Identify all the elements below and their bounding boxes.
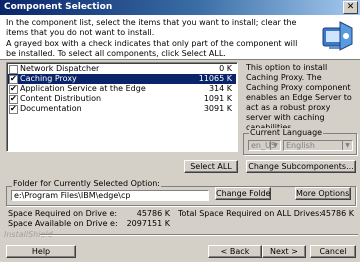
change-folder-button[interactable]: Change Folder... [215,187,271,200]
more-options-button[interactable]: More Options... [295,187,351,200]
checkmark-icon: ✔ [10,94,17,103]
component-name: Documentation [20,104,82,113]
component-row[interactable]: ✔ Application Service at the Edge 314 K [8,84,236,94]
next-button[interactable]: Next > [262,245,306,258]
component-description: This option to install Caching Proxy. Th… [246,63,352,132]
intro-text: In the component list, select the items … [6,18,297,37]
checkmark-icon: ✔ [10,74,17,83]
footer-divider [40,234,358,235]
language-code-select[interactable]: en_US ▼ [248,140,281,151]
install-computer-icon [322,21,353,51]
space-available-label: Space Available on Drive e: [8,219,118,228]
space-required-label: Space Required on Drive e: [8,209,118,218]
component-row[interactable]: Network Dispatcher 0 K [8,64,236,74]
back-button[interactable]: < Back [208,245,262,258]
component-checkbox[interactable]: ✔ [9,94,18,104]
component-checkbox[interactable]: ✔ [9,84,18,94]
checkmark-icon: ✔ [10,104,17,113]
help-button[interactable]: Help [6,245,76,258]
component-name: Application Service at the Edge [20,84,146,93]
component-checkbox[interactable]: ✔ [9,74,18,84]
total-space-value: 45786 K [320,209,354,218]
component-row[interactable]: ✔ Content Distribution 1091 K [8,94,236,104]
component-size: 1091 K [203,94,232,103]
component-checkbox[interactable]: ✔ [9,104,18,114]
component-name: Caching Proxy [20,74,77,83]
component-checkbox[interactable] [9,65,18,74]
language-name-select[interactable]: English ▼ [283,140,353,151]
space-available-value: 2097151 K [126,219,170,228]
header-panel: In the component list, select the items … [0,15,360,60]
component-size: 11065 K [198,74,232,83]
component-size: 3091 K [203,104,232,113]
component-list[interactable]: Network Dispatcher 0 K ✔ Caching Proxy 1… [6,62,238,152]
window-title: Component Selection [4,2,113,12]
intro-text-grayed: A grayed box with a check indicates that… [6,39,298,58]
space-required-value: 45786 K [136,209,170,218]
change-subcomponents-button[interactable]: Change Subcomponents... [246,160,356,173]
cancel-button[interactable]: Cancel [310,245,356,258]
language-name-value: English [286,141,315,150]
folder-label: Folder for Currently Selected Option: [12,179,161,188]
language-label: Current Language [249,128,324,137]
close-button[interactable]: ✕ [343,1,358,14]
component-name: Content Distribution [20,94,102,103]
component-row[interactable]: ✔ Documentation 3091 K [8,104,236,114]
close-icon: ✕ [346,2,355,12]
component-name: Network Dispatcher [20,64,100,73]
select-all-button[interactable]: Select ALL [184,160,238,173]
component-size: 314 K [208,84,232,93]
folder-path-field: e:\Program Files\IBM\edge\cp [11,190,209,201]
component-row[interactable]: ✔ Caching Proxy 11065 K [8,74,236,84]
chevron-down-icon: ▼ [270,141,280,150]
component-size: 0 K [219,64,232,73]
checkmark-icon: ✔ [10,84,17,93]
chevron-down-icon: ▼ [342,141,352,150]
title-bar: Component Selection ✕ [0,0,360,15]
